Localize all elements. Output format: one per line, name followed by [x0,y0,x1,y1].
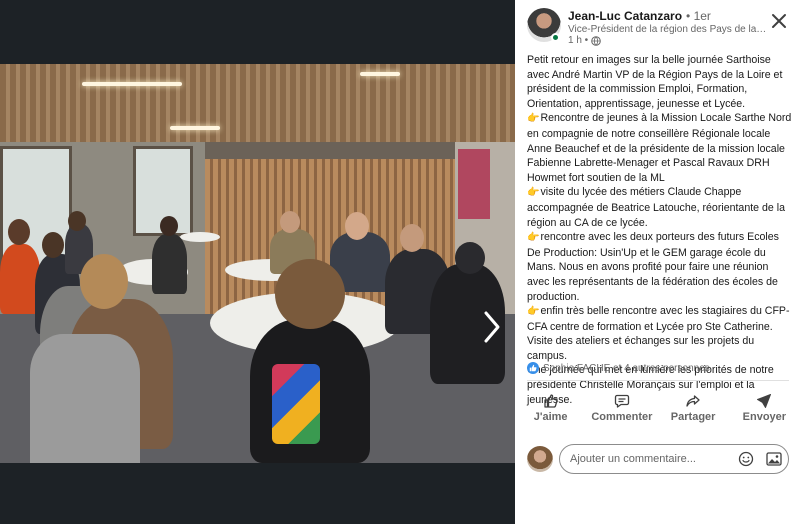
person-head [42,232,64,258]
comment-input[interactable] [570,445,730,473]
pointing-hand-icon: 👉 [527,306,540,318]
person-head [275,259,345,329]
pointing-hand-icon: 👉 [527,187,540,199]
current-user-avatar [527,446,553,472]
person-head [68,211,86,231]
post-timestamp: 1 h • [568,35,589,46]
comment-icon [614,394,630,408]
person-head [345,212,369,240]
post-paragraph-text: rencontre avec les deux porteurs des fut… [527,231,779,303]
photo-ceiling [0,64,515,142]
round-table [180,232,220,242]
comment-label: Commenter [591,411,653,423]
post-paragraph: 👉enfin très belle rencontre avec les sta… [527,304,793,363]
next-photo-icon[interactable] [481,309,503,345]
like-reaction-icon [527,362,539,374]
pink-panel [458,149,490,219]
post-paragraph-text: enfin très belle rencontre avec les stag… [527,305,790,362]
connection-degree: • 1er [686,9,711,23]
like-icon [543,394,558,408]
share-label: Partager [670,411,716,423]
globe-icon [591,35,601,46]
ceiling-light [360,72,400,76]
pointing-hand-icon: 👉 [527,232,540,244]
person [0,244,40,314]
share-icon [686,395,700,407]
post-paragraph-text: Rencontre de jeunes à la Mission Locale … [527,112,792,184]
person-head [160,216,178,236]
ceiling-light [170,126,220,130]
photo-viewer [0,0,515,524]
reactions-summary[interactable]: Sophie FACHE et 4 autres personnes [527,362,710,374]
post-detail-panel: Jean-Luc Catanzaro • 1er Vice-Président d… [515,0,800,524]
post-text: Petit retour en images sur la belle jour… [527,53,793,407]
post-photo [0,64,515,463]
close-icon[interactable] [770,12,788,30]
like-button[interactable]: J'aime [515,386,586,430]
comment-box[interactable] [559,444,789,474]
colorful-scarf [272,364,320,444]
person-head [8,219,30,245]
post-paragraph: Petit retour en images sur la belle jour… [527,54,783,110]
person-head [280,211,300,233]
divider [527,380,789,381]
person-head [400,224,424,252]
image-icon[interactable] [766,452,782,466]
author-name-line: Jean-Luc Catanzaro • 1er [568,9,711,23]
author-headline: Vice-Président de la région des Pays de … [568,24,768,35]
post-paragraph: 👉rencontre avec les deux porteurs des fu… [527,230,793,304]
online-status-icon [551,33,560,42]
pointing-hand-icon: 👉 [527,113,540,125]
reactions-text: Sophie FACHE et 4 autres personnes [543,362,710,374]
person-head [455,242,485,274]
send-label: Envoyer [742,411,787,423]
person-head [80,254,128,309]
post-paragraph-text: visite du lycée des métiers Claude Chapp… [527,186,785,229]
post-actions: J'aime Commenter Partager Envoyer [515,386,800,430]
like-label: J'aime [533,411,568,423]
emoji-icon[interactable] [738,451,754,467]
share-button[interactable]: Partager [658,386,729,430]
coat-on-chair [30,334,140,463]
send-button[interactable]: Envoyer [729,386,800,430]
author-name[interactable]: Jean-Luc Catanzaro [568,9,682,23]
post-header: Jean-Luc Catanzaro • 1er Vice-Président d… [515,0,800,48]
send-icon [757,394,772,408]
ceiling-light [82,82,182,86]
post-time: 1 h • [568,35,601,46]
comment-button[interactable]: Commenter [586,386,657,430]
post-paragraph: 👉Rencontre de jeunes à la Mission Locale… [527,111,793,185]
post-paragraph: 👉visite du lycée des métiers Claude Chap… [527,185,793,230]
person [152,234,187,294]
